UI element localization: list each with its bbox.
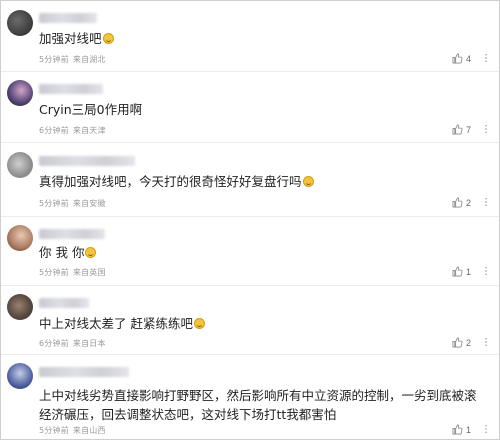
comment-text: 你 我 你 [39,245,85,260]
comment-meta: 5分钟前 来自湖北 [39,54,110,65]
thumbs-up-icon[interactable] [452,124,463,135]
comment-text: 真得加强对线吧，今天打的很奇怪好好复盘行吗 [39,174,302,189]
like-count: 1 [465,425,471,435]
username-blurred[interactable] [39,84,103,94]
comment-time: 6分钟前 [39,126,69,135]
sad-emoji-icon [193,318,205,329]
comment-meta: 5分钟前 来自安徽 [39,198,110,209]
username-blurred[interactable] [39,229,105,239]
laughing-emoji-icon [302,176,314,187]
more-options-icon[interactable] [483,266,489,276]
like-count: 1 [465,267,471,277]
avatar[interactable] [7,10,33,36]
thumbs-up-icon[interactable] [452,53,463,64]
more-options-icon[interactable] [483,53,489,63]
avatar[interactable] [7,80,33,106]
thumbs-up-icon[interactable] [452,337,463,348]
more-options-icon[interactable] [483,337,489,347]
comment-location: 来自安徽 [72,199,106,208]
like-count: 2 [465,198,471,208]
comment-text: Cryin三局0作用啊 [39,102,143,117]
thumbs-up-icon[interactable] [452,197,463,208]
comment-time: 5分钟前 [39,426,69,435]
more-options-icon[interactable] [483,197,489,207]
comment-text: 加强对线吧 [39,31,102,46]
like-count: 4 [465,54,471,64]
username-blurred[interactable] [39,298,89,308]
comment-time: 5分钟前 [39,268,69,277]
comment-item: 中上对线太差了 赶紧练练吧 6分钟前 来自日本 2 [1,286,499,355]
comment-location: 来自天津 [72,126,106,135]
username-blurred[interactable] [39,367,129,377]
comment-item: 你 我 你 5分钟前 来自英国 1 [1,217,499,286]
comment-list: 加强对线吧 5分钟前 来自湖北 4 Cryin三局0作用啊 6分钟前 来自天津 7 [0,0,500,440]
thumbs-up-icon[interactable] [452,424,463,435]
thumbs-up-icon[interactable] [452,266,463,277]
more-options-icon[interactable] [483,124,489,134]
comment-meta: 5分钟前 来自山西 [39,425,110,436]
comment-location: 来自日本 [72,339,106,348]
username-blurred[interactable] [39,13,97,23]
like-count: 2 [465,338,471,348]
avatar[interactable] [7,225,33,251]
comment-item: 加强对线吧 5分钟前 来自湖北 4 [1,1,499,72]
more-options-icon[interactable] [483,424,489,434]
smile-emoji-icon [85,247,97,258]
comment-location: 来自英国 [72,268,106,277]
comment-time: 5分钟前 [39,55,69,64]
username-blurred[interactable] [39,156,135,166]
comment-text: 上中对线劣势直接影响打野野区，然后影响所有中立资源的控制，一劣到底被滚经济碾压，… [39,388,477,422]
comment-item: Cryin三局0作用啊 6分钟前 来自天津 7 [1,72,499,143]
comment-location: 来自山西 [72,426,106,435]
comment-location: 来自湖北 [72,55,106,64]
avatar[interactable] [7,152,33,178]
comment-item: 上中对线劣势直接影响打野野区，然后影响所有中立资源的控制，一劣到底被滚经济碾压，… [1,355,499,439]
like-count: 7 [465,125,471,135]
comment-item: 真得加强对线吧，今天打的很奇怪好好复盘行吗 5分钟前 来自安徽 2 [1,143,499,217]
avatar[interactable] [7,294,33,320]
comment-time: 6分钟前 [39,339,69,348]
comment-time: 5分钟前 [39,199,69,208]
comment-meta: 6分钟前 来自日本 [39,338,110,349]
laughing-emoji-icon [102,33,114,44]
comment-text: 中上对线太差了 赶紧练练吧 [39,316,193,331]
comment-meta: 5分钟前 来自英国 [39,267,110,278]
comment-meta: 6分钟前 来自天津 [39,125,110,136]
avatar[interactable] [7,363,33,389]
